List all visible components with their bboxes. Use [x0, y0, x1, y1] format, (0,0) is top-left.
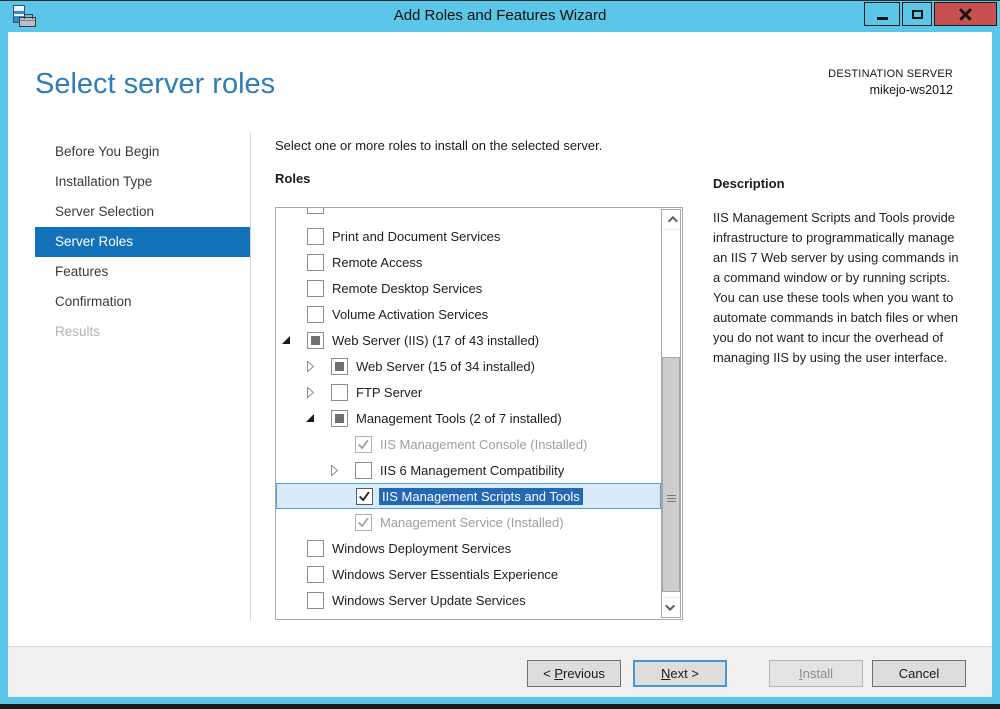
role-label: FTP Server [356, 385, 422, 400]
role-checkbox[interactable] [307, 208, 324, 214]
maximize-button[interactable] [902, 2, 932, 26]
role-tree-item[interactable]: Web Server (IIS) (17 of 43 installed) [276, 327, 661, 353]
window-title: Add Roles and Features Wizard [0, 0, 1000, 32]
title-bar[interactable]: Add Roles and Features Wizard [0, 0, 1000, 32]
chevron-up-icon [667, 216, 677, 226]
role-checkbox[interactable] [307, 332, 324, 349]
maximize-icon [912, 10, 923, 19]
scrollbar-grip-icon [667, 495, 676, 502]
role-checkbox[interactable] [331, 410, 348, 427]
scroll-up-button[interactable] [662, 210, 680, 230]
role-label: Web Server (IIS) (17 of 43 installed) [332, 333, 539, 348]
sidebar-item-installation-type[interactable]: Installation Type [35, 167, 251, 197]
page-title: Select server roles [35, 68, 275, 101]
wizard-window: Add Roles and Features Wizard Select ser… [0, 0, 1000, 709]
role-checkbox[interactable] [355, 462, 372, 479]
sidebar-item-results: Results [35, 317, 251, 347]
scrollbar-track[interactable] [661, 209, 681, 618]
role-label: Windows Server Update Services [332, 593, 526, 608]
role-tree-item[interactable]: Remote Desktop Services [276, 275, 661, 301]
footer-bar: < Previous Next > Install Cancel [8, 646, 992, 697]
role-tree-item[interactable]: Management Tools (2 of 7 installed) [276, 405, 661, 431]
role-label: IIS 6 Management Compatibility [380, 463, 564, 478]
window-bottom-edge [0, 704, 1000, 709]
next-button[interactable]: Next > [633, 660, 727, 687]
role-label: Remote Desktop Services [332, 281, 482, 296]
minimize-button[interactable] [864, 2, 900, 26]
role-checkbox[interactable] [307, 254, 324, 271]
role-tree-item[interactable]: IIS 6 Management Compatibility [276, 457, 661, 483]
install-button[interactable]: Install [769, 660, 863, 687]
expander-expanded-icon[interactable] [282, 336, 307, 344]
role-tree-item[interactable]: FTP Server [276, 379, 661, 405]
role-checkbox[interactable] [355, 514, 372, 531]
cancel-button[interactable]: Cancel [872, 660, 966, 687]
role-tree-item[interactable]: Remote Access [276, 249, 661, 275]
role-label: Windows Deployment Services [332, 541, 511, 556]
role-label: Management Tools (2 of 7 installed) [356, 411, 562, 426]
role-checkbox[interactable] [307, 592, 324, 609]
role-label: IIS Management Console (Installed) [380, 437, 587, 452]
sidebar-item-confirmation[interactable]: Confirmation [35, 287, 251, 317]
role-tree-item[interactable]: Management Service (Installed) [276, 509, 661, 535]
scroll-down-button[interactable] [662, 597, 680, 617]
role-label: Windows Server Essentials Experience [332, 567, 558, 582]
footer-buttons: < Previous Next > Install Cancel [527, 660, 966, 687]
sidebar-nav: Before You BeginInstallation TypeServer … [35, 137, 251, 347]
sidebar-item-server-roles[interactable]: Server Roles [35, 227, 251, 257]
role-checkbox[interactable] [331, 384, 348, 401]
role-label: Print and Document Services [332, 229, 500, 244]
role-label: Web Server (15 of 34 installed) [356, 359, 535, 374]
role-tree-item[interactable]: Volume Activation Services [276, 301, 661, 327]
role-tree-item[interactable]: Windows Server Update Services [276, 587, 661, 613]
previous-button[interactable]: < Previous [527, 660, 621, 687]
role-checkbox[interactable] [307, 306, 324, 323]
role-label: Management Service (Installed) [380, 515, 564, 530]
minimize-icon [877, 17, 888, 20]
expander-expanded-icon[interactable] [306, 414, 331, 422]
role-checkbox[interactable] [307, 540, 324, 557]
role-tree-item[interactable]: Windows Deployment Services [276, 535, 661, 561]
roles-label: Roles [275, 171, 310, 186]
window-controls [864, 2, 997, 26]
role-tree-item[interactable]: Web Server (15 of 34 installed) [276, 353, 661, 379]
description-heading: Description [713, 176, 785, 191]
destination-server-name: mikejo-ws2012 [828, 83, 953, 97]
role-checkbox[interactable] [355, 436, 372, 453]
description-text: IIS Management Scripts and Tools provide… [713, 208, 963, 368]
instruction-text: Select one or more roles to install on t… [275, 138, 602, 153]
wizard-body: Select server roles DESTINATION SERVER m… [8, 32, 992, 646]
role-checkbox[interactable] [331, 358, 348, 375]
scrollbar-thumb[interactable] [662, 357, 680, 592]
role-checkbox[interactable] [307, 566, 324, 583]
destination-server-block: DESTINATION SERVER mikejo-ws2012 [828, 68, 953, 97]
role-tree-item[interactable] [276, 208, 661, 223]
destination-server-label: DESTINATION SERVER [828, 68, 953, 80]
role-label: Remote Access [332, 255, 422, 270]
expander-collapsed-icon[interactable] [330, 464, 355, 477]
role-label: Volume Activation Services [332, 307, 488, 322]
sidebar-item-features[interactable]: Features [35, 257, 251, 287]
expander-collapsed-icon[interactable] [306, 360, 331, 373]
role-tree-item[interactable]: Print and Document Services [276, 223, 661, 249]
roles-listbox: Print and Document Services Remote Access… [275, 207, 683, 620]
sidebar-item-before-you-begin[interactable]: Before You Begin [35, 137, 251, 167]
role-checkbox[interactable] [307, 228, 324, 245]
role-checkbox[interactable] [356, 488, 373, 505]
sidebar-item-server-selection[interactable]: Server Selection [35, 197, 251, 227]
close-icon [958, 7, 973, 22]
role-tree-item[interactable]: IIS Management Console (Installed) [276, 431, 661, 457]
role-tree-item[interactable]: IIS Management Scripts and Tools [276, 483, 661, 509]
role-label: IIS Management Scripts and Tools [379, 488, 583, 505]
roles-tree: Print and Document Services Remote Access… [276, 208, 661, 613]
role-tree-item[interactable]: Windows Server Essentials Experience [276, 561, 661, 587]
role-checkbox[interactable] [307, 280, 324, 297]
close-button[interactable] [934, 2, 997, 26]
chevron-down-icon [665, 601, 675, 611]
sidebar-divider [250, 133, 251, 621]
expander-collapsed-icon[interactable] [306, 386, 331, 399]
